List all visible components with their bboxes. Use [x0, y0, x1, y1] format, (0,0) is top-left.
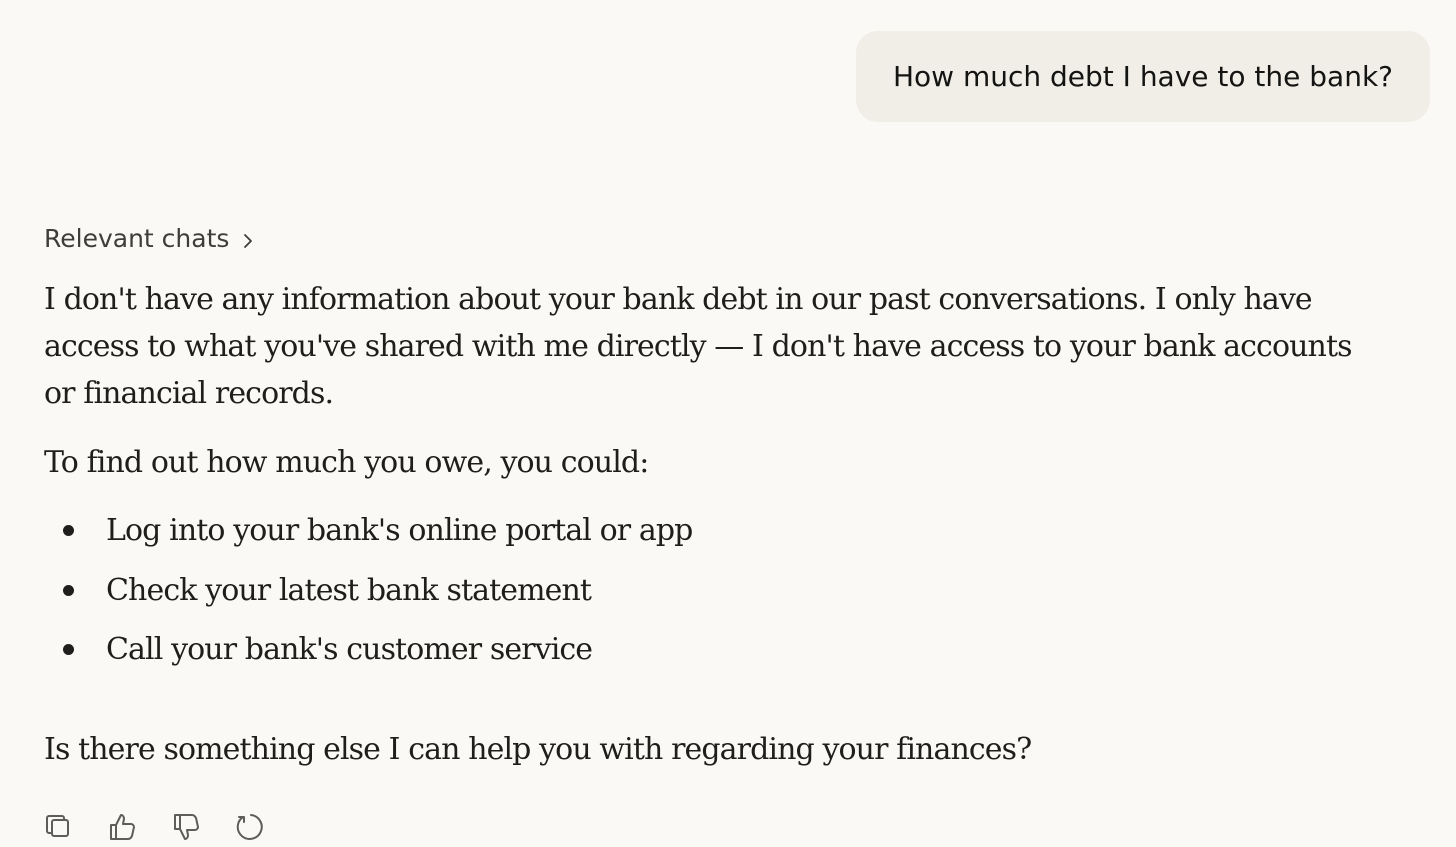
response-paragraph: To find out how much you owe, you could: [44, 445, 649, 480]
response-closing: Is there something else I can help you w… [44, 732, 1032, 767]
chevron-right-icon [241, 228, 255, 248]
relevant-chats-label: Relevant chats [44, 223, 230, 253]
list-item-text: Log into your bank's online portal or ap… [106, 513, 693, 548]
thumbs-up-button[interactable] [106, 810, 140, 844]
user-message-text: How much debt I have to the bank? [892, 60, 1394, 93]
relevant-chats-link[interactable]: Relevant chats [44, 220, 255, 256]
thumbs-up-icon [110, 814, 135, 840]
response-paragraph: I don't have any information about your … [44, 282, 1353, 411]
list-item-text: Call your bank's customer service [106, 632, 593, 667]
bullet-icon [63, 644, 74, 655]
user-message-bubble: How much debt I have to the bank? [856, 31, 1430, 122]
suggestion-list: Log into your bank's online portal or ap… [44, 507, 1374, 686]
message-actions [42, 810, 268, 844]
list-item: Check your latest bank statement [44, 567, 1374, 627]
copy-icon [46, 815, 69, 837]
thumbs-down-button[interactable] [170, 810, 204, 844]
retry-icon [236, 814, 263, 840]
bullet-icon [63, 525, 74, 536]
list-item: Call your bank's customer service [44, 626, 1374, 686]
list-item: Log into your bank's online portal or ap… [44, 507, 1374, 567]
copy-button[interactable] [42, 810, 76, 844]
thumbs-down-icon [174, 814, 199, 840]
assistant-response: I don't have any information about your … [44, 276, 1374, 686]
list-item-text: Check your latest bank statement [106, 572, 592, 608]
retry-button[interactable] [234, 810, 268, 844]
bullet-icon [63, 584, 74, 596]
